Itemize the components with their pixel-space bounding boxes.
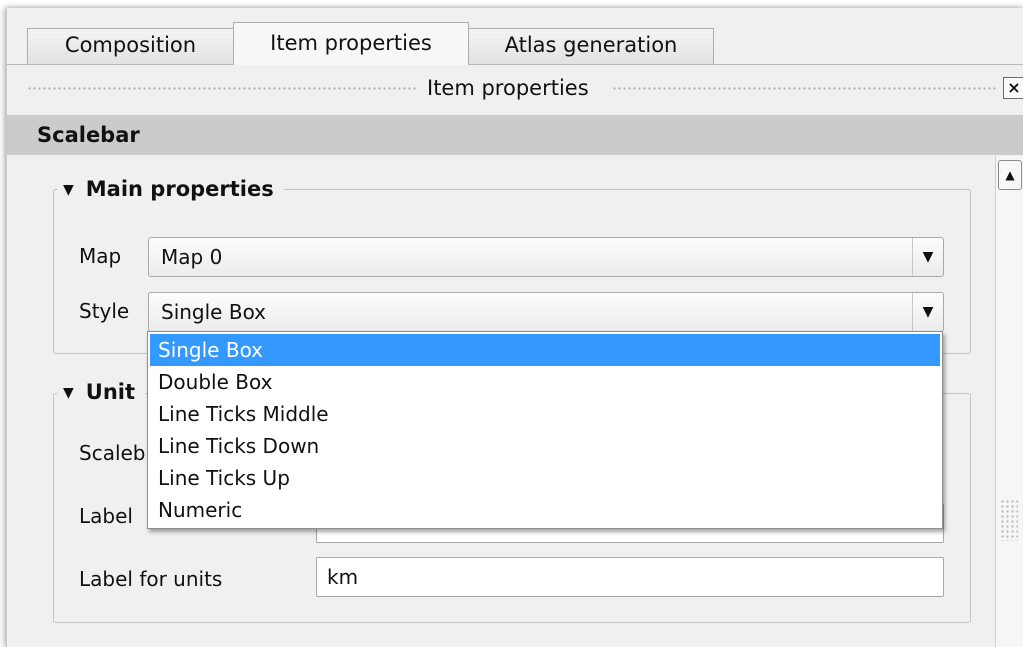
map-value: Map 0: [161, 245, 223, 269]
drag-handle-right: [612, 86, 997, 92]
map-combo[interactable]: Map 0 ▼: [148, 237, 944, 277]
composer-dock-window: Composition Item properties Atlas genera…: [6, 8, 1023, 647]
tab-item-properties[interactable]: Item properties: [233, 22, 469, 65]
units-title[interactable]: ▼ Unit: [57, 377, 146, 408]
label-label: Label: [79, 504, 133, 528]
dropdown-arrow-icon[interactable]: ▼: [912, 293, 943, 331]
label-for-units-field[interactable]: km: [316, 557, 944, 597]
style-combo[interactable]: Single Box ▼: [148, 292, 944, 332]
tab-label: Atlas generation: [504, 33, 678, 57]
tab-atlas-generation[interactable]: Atlas generation: [468, 28, 714, 64]
drag-handle-left: [27, 86, 417, 92]
label-for-units-label: Label for units: [79, 567, 223, 591]
style-dropdown-list[interactable]: Single Box Double Box Line Ticks Middle …: [147, 331, 943, 529]
tab-label: Item properties: [270, 31, 432, 55]
scroll-up-icon[interactable]: ▲: [998, 160, 1022, 190]
dropdown-arrow-icon[interactable]: ▼: [912, 238, 943, 276]
dock-title-bar[interactable]: Item properties ×: [7, 72, 1023, 104]
scroll-grip[interactable]: [1000, 499, 1018, 541]
item-header: Scalebar: [7, 115, 1023, 155]
collapse-triangle-icon[interactable]: ▼: [63, 378, 74, 408]
map-label: Map: [79, 244, 122, 268]
style-option-line-ticks-up[interactable]: Line Ticks Up: [150, 462, 940, 494]
close-icon[interactable]: ×: [1003, 77, 1023, 99]
group-title-label: Unit: [85, 380, 136, 404]
style-option-numeric[interactable]: Numeric: [150, 494, 940, 526]
tab-bar: Composition Item properties Atlas genera…: [7, 8, 1023, 65]
group-title-label: Main properties: [85, 177, 274, 201]
style-option-line-ticks-down[interactable]: Line Ticks Down: [150, 430, 940, 462]
main-properties-title[interactable]: ▼ Main properties: [57, 174, 284, 205]
label-for-units-value: km: [327, 565, 359, 589]
collapse-triangle-icon[interactable]: ▼: [63, 175, 74, 205]
style-option-line-ticks-middle[interactable]: Line Ticks Middle: [150, 398, 940, 430]
scalebar-units-label: Scaleb: [79, 441, 146, 465]
tab-composition[interactable]: Composition: [27, 28, 234, 64]
tab-label: Composition: [64, 33, 197, 57]
style-label: Style: [79, 299, 130, 323]
style-value: Single Box: [161, 300, 267, 324]
style-option-single-box[interactable]: Single Box: [150, 334, 940, 366]
style-option-double-box[interactable]: Double Box: [150, 366, 940, 398]
vertical-scrollbar[interactable]: ▲: [995, 156, 1023, 647]
dock-title: Item properties: [427, 76, 589, 100]
